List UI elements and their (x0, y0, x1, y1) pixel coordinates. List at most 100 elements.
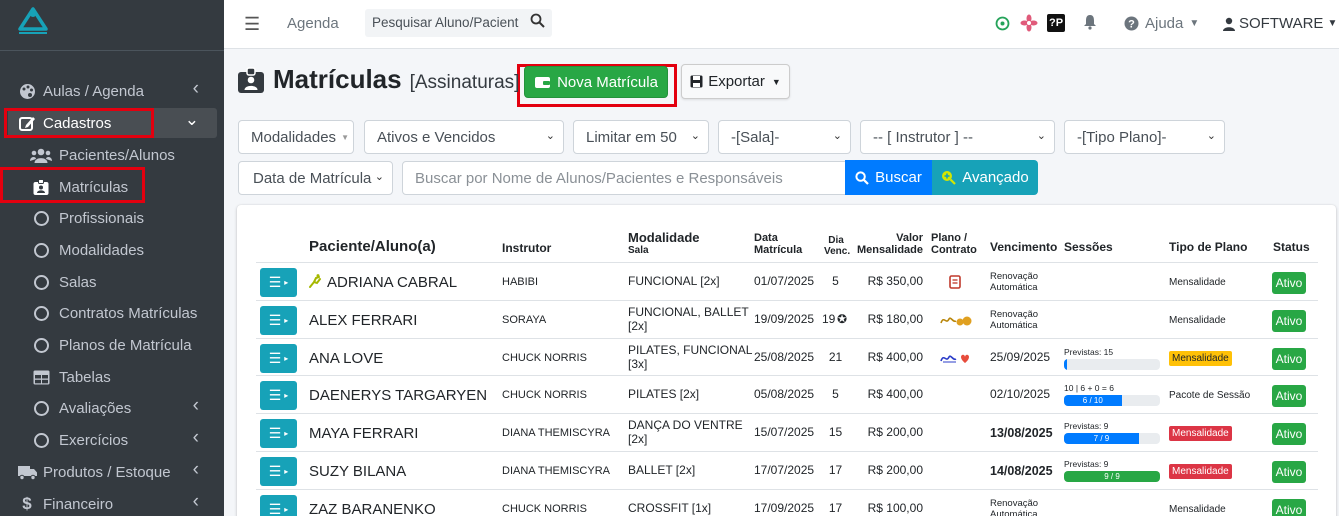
patient-name[interactable]: ZAZ BARANENKO (309, 501, 436, 516)
instrutor-cell: CHUCK NORRIS (502, 503, 587, 515)
status-badge[interactable]: Ativo (1272, 310, 1306, 332)
sidebar-item-salas[interactable]: Salas (8, 267, 217, 297)
running-person-icon (308, 274, 322, 293)
chevron-left-icon: ‹ (192, 427, 199, 448)
avancado-button[interactable]: Avançado (932, 160, 1038, 195)
table-row[interactable]: ☰ ▸ ZAZ BARANENKO CHUCK NORRIS CROSSFIT [1x]… (256, 489, 1318, 516)
circle-icon (28, 432, 54, 448)
nova-matricula-button[interactable]: Nova Matrícula (524, 66, 668, 98)
sidebar-item-cadastros[interactable]: Cadastros ⌄ (8, 108, 217, 138)
user-menu[interactable]: SOFTWARE ▼ (1223, 15, 1337, 32)
data-matricula-cell: 17/09/2025 (754, 501, 815, 515)
row-menu-button[interactable]: ☰ ▸ (260, 268, 297, 297)
hamburger-icon[interactable]: ☰ (244, 14, 260, 35)
contract-doc-icon[interactable] (949, 275, 961, 294)
status-badge[interactable]: Ativo (1272, 423, 1306, 445)
table-row[interactable]: ☰ ▸ DAENERYS TARGARYEN CHUCK NORRIS PILATES … (256, 375, 1318, 413)
sidebar-item-produtos-estoque[interactable]: Produtos / Estoque ‹ (8, 457, 217, 487)
header-tipo[interactable]: Tipo de Plano (1169, 240, 1247, 254)
table-row[interactable]: ☰ ▸ SUZY BILANA DIANA THEMISCYRA BALLET [2x]… (256, 451, 1318, 489)
header-data[interactable]: Data Matrícula (754, 232, 802, 256)
tp-logo-icon[interactable]: ?P (1047, 14, 1065, 32)
tipo-plano-select[interactable]: -[Tipo Plano]- ⌄ (1064, 120, 1225, 154)
bars-icon: ☰ (268, 274, 282, 290)
sidebar-item-contratos-matr-culas[interactable]: Contratos Matrículas (8, 298, 217, 328)
header-plano[interactable]: Plano / Contrato (931, 232, 977, 256)
status-badge[interactable]: Ativo (1272, 499, 1306, 516)
status-badge[interactable]: Ativo (1272, 272, 1306, 294)
data-select[interactable]: Data de Matrícula ⌄ (238, 161, 393, 195)
sala-select[interactable]: -[Sala]- ⌄ (718, 120, 851, 154)
buscar-button[interactable]: Buscar (845, 160, 932, 195)
row-menu-button[interactable]: ☰ ▸ (260, 419, 297, 448)
help-menu[interactable]: ? Ajuda ▼ (1124, 15, 1199, 32)
table-row[interactable]: ☰ ▸ ADRIANA CABRAL HABIBI FUNCIONAL [2x] 01/0… (256, 262, 1318, 300)
status-badge[interactable]: Ativo (1272, 385, 1306, 407)
sessoes-progress: 9 / 9 (1064, 471, 1160, 482)
status-badge[interactable]: Ativo (1272, 461, 1306, 483)
patient-name[interactable]: DAENERYS TARGARYEN (309, 387, 487, 404)
sidebar-item-aulas-agenda[interactable]: Aulas / Agenda ‹ (8, 76, 217, 106)
patient-name[interactable]: SUZY BILANA (309, 463, 406, 480)
header-vencimento[interactable]: Vencimento (990, 240, 1057, 254)
users-icon (28, 148, 54, 163)
truck-icon (14, 465, 40, 480)
logo-icon[interactable] (16, 6, 50, 36)
header-sessoes[interactable]: Sessões (1064, 240, 1113, 254)
sidebar-item-label: Aulas / Agenda (43, 82, 144, 100)
limit-select[interactable]: Limitar em 50 ⌄ (573, 120, 709, 154)
patient-name[interactable]: ANA LOVE (309, 350, 383, 367)
bell-icon[interactable] (1083, 14, 1097, 30)
status-badge[interactable]: Ativo (1272, 348, 1306, 370)
instrutor-cell: DIANA THEMISCYRA (502, 427, 610, 439)
header-valor[interactable]: Valor Mensalidade (855, 232, 923, 256)
sidebar-item-tabelas[interactable]: Tabelas (8, 362, 217, 392)
row-menu-button[interactable]: ☰ ▸ (260, 306, 297, 335)
row-menu-button[interactable]: ☰ ▸ (260, 381, 297, 410)
table-row[interactable]: ☰ ▸ MAYA FERRARI DIANA THEMISCYRA DANÇA DO V… (256, 413, 1318, 451)
flower-icon[interactable] (1020, 14, 1038, 32)
patient-name[interactable]: ALEX FERRARI (309, 312, 417, 329)
signature-icon[interactable] (940, 351, 974, 370)
whatsapp-icon[interactable] (995, 16, 1010, 31)
sidebar-item-exerc-cios[interactable]: Exercícios ‹ (8, 425, 217, 455)
sidebar-item-avalia-es[interactable]: Avaliações ‹ (8, 393, 217, 423)
sidebar-item-pacientes-alunos[interactable]: Pacientes/Alunos (8, 140, 217, 170)
row-menu-button[interactable]: ☰ ▸ (260, 457, 297, 486)
agenda-link[interactable]: Agenda (287, 15, 339, 32)
top-search-input[interactable]: Pesquisar Aluno/Pacient (365, 9, 552, 37)
table-row[interactable]: ☰ ▸ ALEX FERRARI SORAYA FUNCIONAL, BALLET [2x… (256, 300, 1318, 338)
modalidade-cell: BALLET [2x] (628, 463, 696, 477)
dollar-icon: $ (22, 494, 32, 513)
row-menu-button[interactable]: ☰ ▸ (260, 344, 297, 373)
signature-icon[interactable] (940, 313, 974, 332)
dia-venc-cell: 17 (828, 501, 843, 515)
header-modalidade[interactable]: Modalidade (628, 230, 700, 245)
search-icon[interactable] (530, 13, 545, 28)
modalidades-select[interactable]: Modalidades ▼ (238, 120, 354, 154)
instrutor-select[interactable]: -- [ Instrutor ] -- ⌄ (860, 120, 1055, 154)
wallet-icon (535, 77, 551, 88)
chevron-down-icon: ⌄ (374, 171, 384, 183)
table-row[interactable]: ☰ ▸ ANA LOVE CHUCK NORRIS PILATES, FUNCIONAL… (256, 338, 1318, 376)
instrutor-cell: CHUCK NORRIS (502, 389, 587, 401)
sidebar-item-matr-culas[interactable]: Matrículas (8, 172, 217, 202)
header-status[interactable]: Status (1273, 240, 1310, 254)
id-badge-icon (238, 66, 264, 93)
header-instrutor[interactable]: Instrutor (502, 241, 551, 255)
sidebar-item-planos-de-matr-cula[interactable]: Planos de Matrícula (8, 330, 217, 360)
search-name-input[interactable]: Buscar por Nome de Alunos/Pacientes e Re… (402, 161, 847, 195)
sidebar-item-financeiro[interactable]: $ Financeiro ‹ (8, 489, 217, 516)
header-paciente[interactable]: Paciente/Aluno(a) (309, 238, 436, 256)
row-menu-button[interactable]: ☰ ▸ (260, 495, 297, 516)
header-dia[interactable]: Dia Venc. (824, 235, 850, 257)
patient-name[interactable]: ADRIANA CABRAL (327, 274, 457, 291)
status-select[interactable]: Ativos e Vencidos ⌄ (364, 120, 564, 154)
patient-name[interactable]: MAYA FERRARI (309, 425, 418, 442)
sidebar-item-profissionais[interactable]: Profissionais (8, 203, 217, 233)
sidebar-item-modalidades[interactable]: Modalidades (8, 235, 217, 265)
search-plus-icon (942, 171, 957, 185)
exportar-button[interactable]: Exportar ▼ (681, 64, 790, 99)
sidebar-item-label: Produtos / Estoque (43, 463, 171, 481)
valor-cell: R$ 100,00 (867, 501, 923, 515)
